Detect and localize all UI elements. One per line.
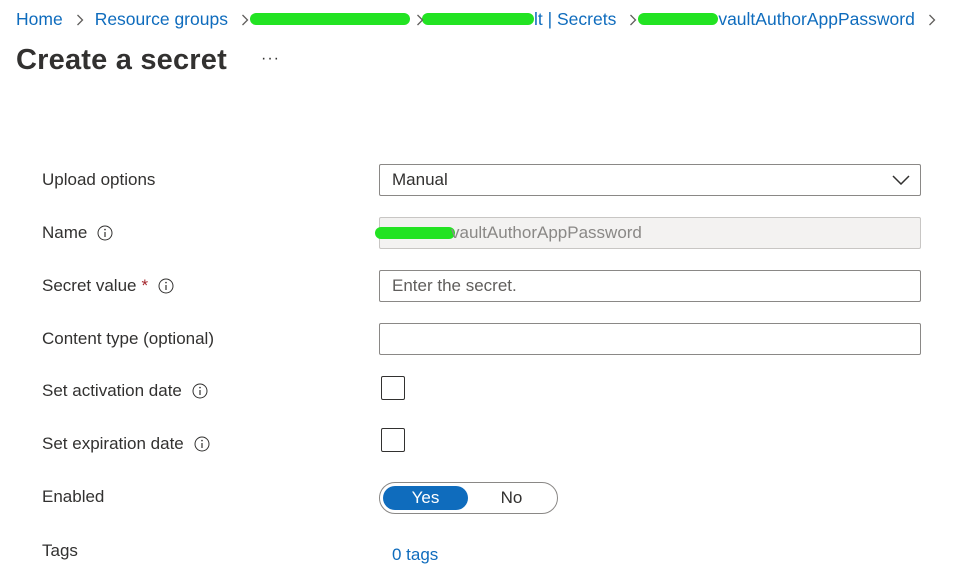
info-icon[interactable] [194,436,210,452]
enabled-no-option[interactable]: No [469,486,554,510]
secret-value-input[interactable] [379,270,921,302]
tags-label-text: Tags [42,541,78,560]
content-type-label-text: Content type (optional) [42,329,214,348]
chevron-right-icon [414,12,426,26]
title-row: Create a secret ··· [16,44,280,77]
expiration-date-label: Set expiration date [42,434,210,454]
upload-options-label-text: Upload options [42,170,156,189]
content-type-input[interactable] [379,323,921,355]
info-icon[interactable] [158,278,174,294]
more-icon[interactable]: ··· [261,50,280,68]
secret-value-label: Secret value * [42,276,174,296]
name-value: vaultAuthorAppPassword [451,223,642,242]
activation-date-label: Set activation date [42,381,208,401]
name-field: vaultAuthorAppPassword [375,217,921,249]
secret-value-label-text: Secret value [42,276,137,295]
breadcrumb-secrets[interactable]: lt | Secrets [534,9,616,30]
enabled-toggle: Yes No [379,482,558,514]
content-type-label: Content type (optional) [42,329,214,349]
expiration-date-label-text: Set expiration date [42,434,184,453]
chevron-right-icon [627,12,639,26]
redaction-mark [375,227,455,239]
name-label-text: Name [42,223,88,242]
name-label: Name [42,223,113,243]
upload-options-dropdown[interactable]: Manual [379,164,921,196]
breadcrumb-home[interactable]: Home [16,9,63,30]
upload-options-label: Upload options [42,170,155,190]
enabled-label: Enabled [42,487,104,507]
breadcrumb-resource-groups[interactable]: Resource groups [95,9,228,30]
expiration-date-checkbox[interactable] [381,428,405,452]
enabled-yes-option[interactable]: Yes [383,486,468,510]
chevron-right-icon [926,12,938,26]
activation-date-checkbox[interactable] [381,376,405,400]
redaction-mark [638,13,719,25]
chevron-down-icon [892,170,910,190]
chevron-right-icon [239,12,251,26]
chevron-right-icon [74,12,86,26]
enabled-label-text: Enabled [42,487,105,506]
tags-link[interactable]: 0 tags [392,545,438,565]
breadcrumb-secret[interactable]: vaultAuthorAppPassword [718,9,915,30]
tags-label: Tags [42,541,78,561]
redaction-mark [421,13,534,25]
activation-date-label-text: Set activation date [42,381,182,400]
upload-options-value: Manual [392,170,448,189]
redaction-mark [249,13,410,25]
info-icon[interactable] [97,225,113,241]
page-title: Create a secret [16,44,227,76]
info-icon[interactable] [192,383,208,399]
breadcrumb: Home Resource groups lt | Secrets vaultA… [16,8,947,30]
required-asterisk: * [141,276,149,295]
